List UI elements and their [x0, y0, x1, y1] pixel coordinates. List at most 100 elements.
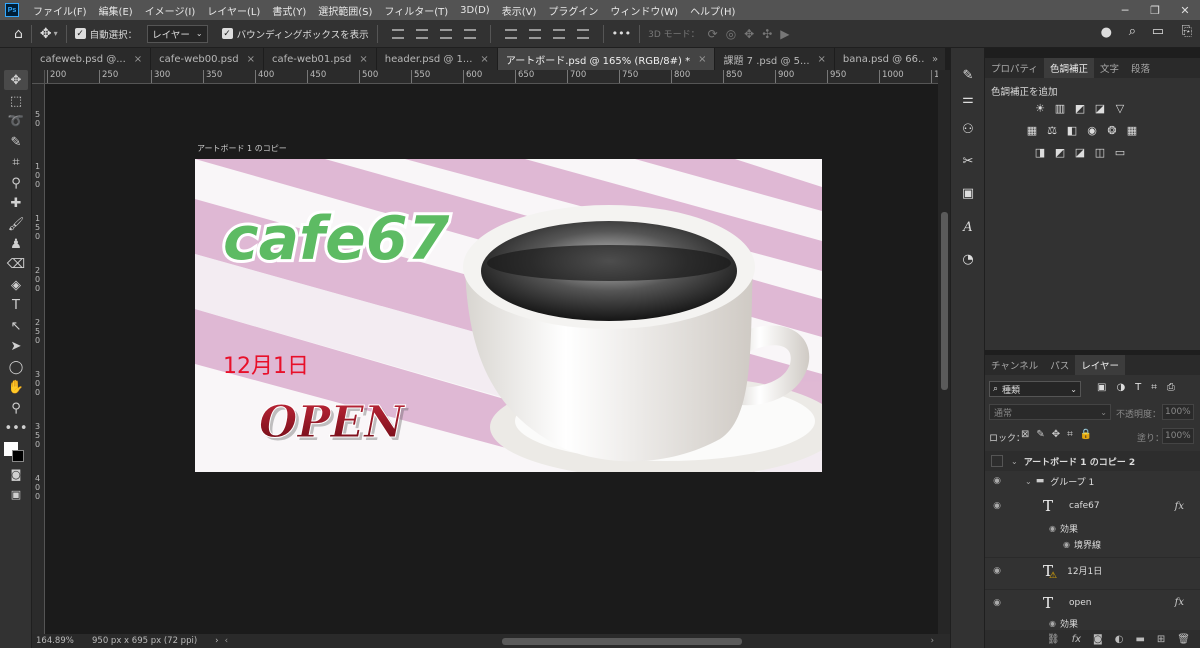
eye-icon[interactable]: ◉: [987, 566, 1007, 576]
home-icon[interactable]: ⌂: [14, 26, 23, 42]
eye-icon[interactable]: ◉: [987, 598, 1007, 608]
close-tab-icon[interactable]: ×: [359, 54, 367, 65]
layer-row-group[interactable]: ◉ ⌄ ▬ グループ 1: [985, 471, 1200, 491]
tools-icon[interactable]: ✂: [959, 152, 977, 170]
move-tool-icon[interactable]: ✥: [40, 26, 52, 42]
close-tab-icon[interactable]: ×: [134, 54, 142, 65]
mask-icon[interactable]: ◙: [1093, 634, 1103, 645]
menu-select[interactable]: 選択範囲(S): [312, 3, 378, 18]
opacity-input[interactable]: 100%: [1162, 404, 1194, 420]
zoom-level[interactable]: 164.89%: [36, 636, 88, 646]
auto-select-checkbox[interactable]: ✓: [74, 28, 86, 39]
ellipse-tool-icon[interactable]: ◯: [4, 357, 28, 377]
menu-image[interactable]: イメージ(I): [139, 3, 202, 18]
share-user-icon[interactable]: ●: [1101, 25, 1112, 40]
eye-icon[interactable]: ◉: [1049, 524, 1056, 533]
tab-document[interactable]: cafeweb.psd @... ×: [32, 48, 152, 70]
auto-select-target-dropdown[interactable]: レイヤー ⌄: [147, 24, 208, 43]
chevron-down-icon[interactable]: ⌄: [1011, 457, 1018, 466]
tab-properties[interactable]: プロパティ: [985, 58, 1044, 78]
close-tab-icon[interactable]: ×: [818, 54, 826, 65]
gradient-map-icon[interactable]: ▭: [1113, 146, 1127, 159]
fx-icon[interactable]: fx: [1175, 501, 1184, 512]
more-options-icon[interactable]: •••: [612, 27, 631, 40]
zoom-tool-icon[interactable]: ⚲: [4, 398, 28, 418]
posterize-icon[interactable]: ◩: [1053, 146, 1067, 159]
tab-character[interactable]: 文字: [1094, 58, 1125, 78]
channel-mixer-icon[interactable]: ❂: [1105, 124, 1119, 137]
close-tab-icon[interactable]: ×: [698, 54, 706, 65]
tab-document[interactable]: 課題 7 .psd @ 5... ×: [715, 48, 835, 70]
clone-source-icon[interactable]: ⚇: [959, 120, 977, 138]
tab-document[interactable]: アートボード.psd @ 165% (RGB/8#) * ×: [497, 48, 716, 70]
menu-3d[interactable]: 3D(D): [454, 5, 496, 16]
fx-add-icon[interactable]: fx: [1072, 634, 1081, 645]
share-icon[interactable]: ⎘: [1182, 24, 1192, 39]
link-icon[interactable]: ⛓: [1047, 634, 1060, 645]
curves-icon[interactable]: ◩: [1073, 102, 1087, 115]
blend-mode-dropdown[interactable]: 通常 ⌄: [989, 404, 1111, 420]
tab-channels[interactable]: チャンネル: [985, 355, 1044, 375]
character-icon[interactable]: A: [959, 218, 977, 236]
eye-icon[interactable]: ◉: [987, 501, 1007, 511]
hand-tool-icon[interactable]: ✋: [4, 377, 28, 397]
more-tabs-icon[interactable]: »: [925, 48, 945, 70]
bounding-box-checkbox[interactable]: ✓: [221, 28, 233, 39]
workspace-icon[interactable]: ▭: [1152, 24, 1164, 39]
vibrance-icon[interactable]: ▽: [1113, 102, 1127, 115]
menu-help[interactable]: ヘルプ(H): [684, 3, 741, 18]
path-select-icon[interactable]: ↖: [4, 316, 28, 336]
healing-brush-icon[interactable]: ✚: [4, 193, 28, 213]
menu-filter[interactable]: フィルター(T): [378, 3, 454, 18]
artboard-label[interactable]: アートボード 1 のコピー: [197, 143, 287, 154]
delete-icon[interactable]: 🗑: [1177, 634, 1190, 645]
horizontal-scroll-thumb[interactable]: [502, 638, 742, 645]
align-bottom-icon[interactable]: [552, 28, 565, 39]
close-tab-icon[interactable]: ×: [480, 54, 488, 65]
lock-icons[interactable]: ⊠✎✥⌗🔒: [1021, 429, 1099, 440]
menu-edit[interactable]: 編集(E): [93, 3, 139, 18]
more-tools-icon[interactable]: •••: [4, 418, 28, 438]
crop-tool-icon[interactable]: ⌗: [4, 152, 28, 172]
lasso-tool-icon[interactable]: ➰: [4, 111, 28, 131]
libraries-icon[interactable]: ▣: [959, 184, 977, 202]
align-right-icon[interactable]: [439, 28, 452, 39]
layer-filter-icons[interactable]: ▣◑T⌗⎙: [1097, 382, 1185, 393]
threshold-icon[interactable]: ◪: [1073, 146, 1087, 159]
layer-row-artboard[interactable]: ⌄ アートボード 1 のコピー 2: [985, 451, 1200, 471]
layer-effects-row[interactable]: ◉ 効果: [985, 521, 1200, 535]
menu-window[interactable]: ウィンドウ(W): [604, 3, 684, 18]
tab-document[interactable]: cafe-web00.psd ×: [151, 48, 264, 70]
eye-icon[interactable]: ◉: [1049, 619, 1056, 628]
menu-file[interactable]: ファイル(F): [27, 3, 93, 18]
align-left-icon[interactable]: [391, 28, 404, 39]
tab-document[interactable]: cafe-web01.psd ×: [264, 48, 377, 70]
move-tool-icon[interactable]: ✥: [4, 70, 28, 90]
close-icon[interactable]: ✕: [1170, 0, 1200, 20]
brush-settings-icon[interactable]: ✎: [959, 66, 977, 84]
eye-icon[interactable]: ◉: [1063, 540, 1070, 549]
chevron-down-icon[interactable]: ⌄: [1025, 477, 1032, 486]
selective-color-icon[interactable]: ◫: [1093, 146, 1107, 159]
tab-layers[interactable]: レイヤー: [1075, 355, 1125, 375]
minimize-icon[interactable]: ─: [1110, 0, 1140, 20]
layer-filter-dropdown[interactable]: ⌕ 種類 ⌄: [989, 381, 1081, 397]
distribute-icon[interactable]: [463, 28, 476, 39]
menu-view[interactable]: 表示(V): [496, 3, 543, 18]
eyedropper-tool-icon[interactable]: ⚲: [4, 173, 28, 193]
status-arrow-icon[interactable]: ›: [215, 636, 218, 646]
align-middle-icon[interactable]: [528, 28, 541, 39]
warning-icon[interactable]: ⚠: [1049, 571, 1057, 581]
visibility-toggle[interactable]: [991, 455, 1003, 467]
type-tool-icon[interactable]: T: [4, 295, 28, 315]
background-color-swatch[interactable]: [12, 450, 24, 462]
layer-effects-row[interactable]: ◉ 効果: [985, 617, 1200, 630]
brush-tool-icon[interactable]: 🖌: [4, 214, 28, 234]
new-layer-icon[interactable]: ⊞: [1157, 634, 1165, 645]
align-center-icon[interactable]: [415, 28, 428, 39]
history-icon[interactable]: ◔: [959, 250, 977, 268]
adjust-sliders-icon[interactable]: ⚌: [959, 90, 977, 108]
scroll-left-icon[interactable]: ‹: [225, 636, 228, 646]
distribute-vertical-icon[interactable]: [576, 28, 589, 39]
hue-saturation-icon[interactable]: ▦: [1025, 124, 1039, 137]
